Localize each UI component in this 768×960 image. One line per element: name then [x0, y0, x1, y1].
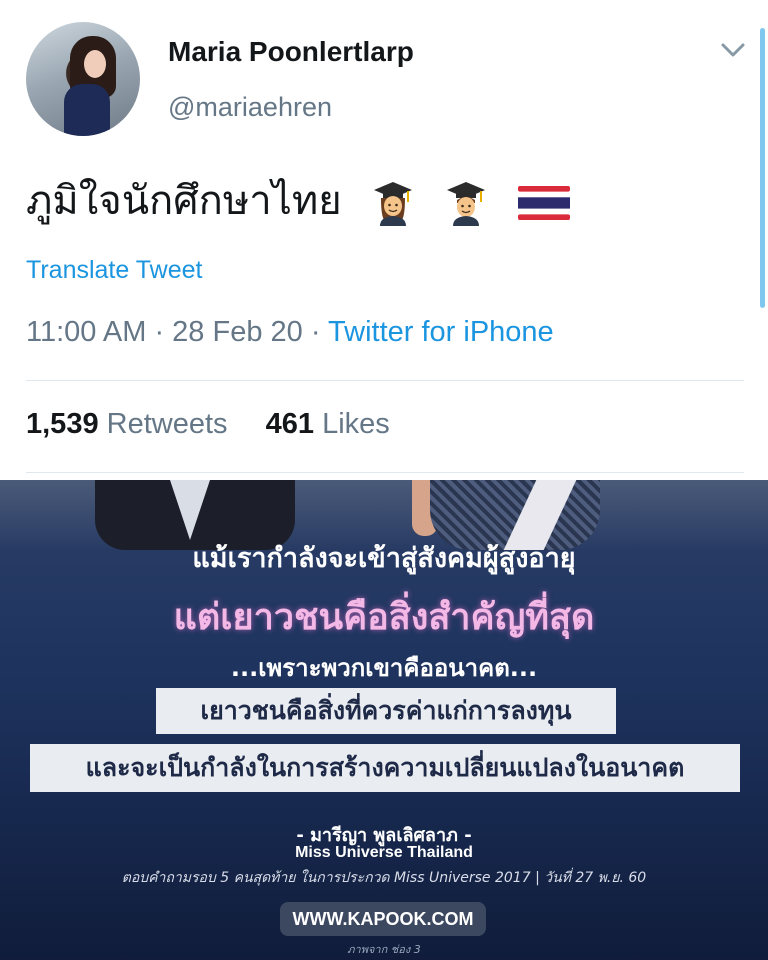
tweet-text: ภูมิใจนักศึกษาไทย	[26, 168, 570, 232]
tweet-text-content: ภูมิใจนักศึกษาไทย	[26, 178, 342, 224]
avatar-dress	[64, 84, 110, 136]
media-quote-box-2: และจะเป็นกำลังในการสร้างความเปลี่ยนแปลงใ…	[30, 744, 740, 792]
man-student-icon	[447, 182, 486, 226]
woman-student-icon	[374, 182, 413, 226]
avatar-face	[84, 50, 106, 78]
user-handle[interactable]: @mariaehren	[168, 92, 332, 123]
media-credit: ภาพจาก ช่อง 3	[347, 943, 421, 956]
tweet-time: 11:00 AM	[26, 316, 147, 348]
media-quote-box-1: เยาวชนคือสิ่งที่ควรค่าแก่การลงทุน	[156, 688, 616, 734]
meta-separator: ·	[302, 316, 329, 348]
media-headline-3: ...เพราะพวกเขาคืออนาคต...	[230, 654, 538, 682]
divider	[26, 472, 744, 473]
display-name[interactable]: Maria Poonlertlarp	[168, 36, 414, 68]
media-headline-1: แม้เรากำลังจะเข้าสู่สังคมผู้สูงอายุ	[192, 543, 576, 574]
likes-count: 461	[265, 408, 315, 440]
translate-tweet-link[interactable]: Translate Tweet	[26, 256, 202, 285]
likes-label: Likes	[322, 408, 390, 440]
meta-separator: ·	[146, 316, 173, 348]
chevron-down-icon[interactable]	[720, 40, 746, 60]
tweet-meta: 11:00 AM · 28 Feb 20 · Twitter for iPhon…	[26, 316, 554, 349]
retweets-label: Retweets	[106, 408, 228, 440]
tweet-source-link[interactable]: Twitter for iPhone	[328, 316, 554, 348]
media-speaker-title: Miss Universe Thailand	[295, 844, 473, 861]
divider	[26, 380, 744, 381]
thailand-flag-icon	[517, 186, 570, 220]
retweets-stat[interactable]: 1,539 Retweets	[26, 408, 228, 440]
media-caption: ตอบคำถามรอบ 5 คนสุดท้าย ในการประกวด Miss…	[121, 870, 647, 886]
tweet-card: Maria Poonlertlarp @mariaehren ภูมิใจนัก…	[0, 0, 768, 478]
tweet-date: 28 Feb 20	[172, 316, 303, 348]
avatar[interactable]	[26, 22, 140, 136]
scrollbar[interactable]	[760, 28, 765, 308]
media-watermark-badge: WWW.KAPOOK.COM	[280, 902, 486, 936]
media-headline-2: แต่เยาวชนคือสิ่งสำคัญที่สุด	[173, 597, 595, 638]
tweet-stats: 1,539 Retweets 461 Likes	[26, 408, 390, 441]
likes-stat[interactable]: 461 Likes	[266, 408, 390, 440]
retweets-count: 1,539	[26, 408, 99, 440]
